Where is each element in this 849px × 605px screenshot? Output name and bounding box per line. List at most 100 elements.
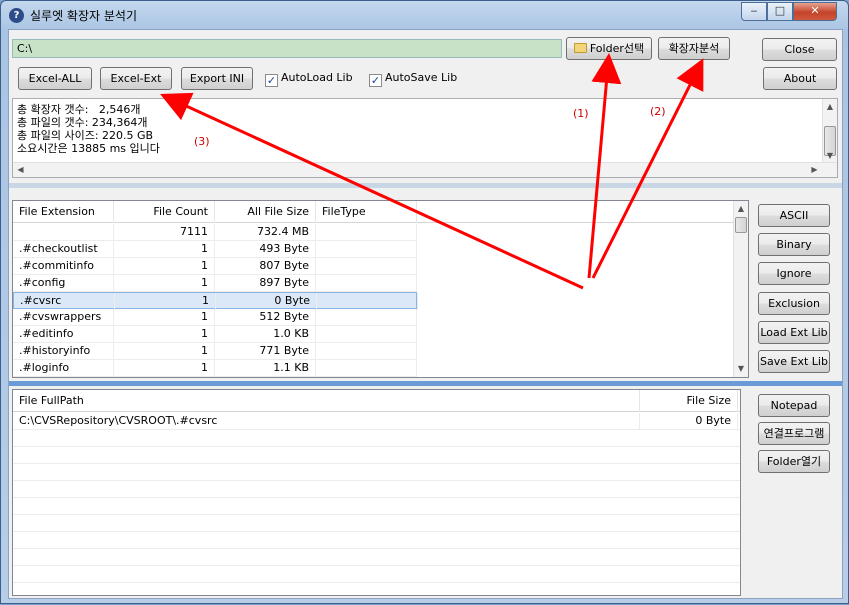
title-bar[interactable]: ? 실루엣 확장자 분석기 ‒ □ ✕ (1, 1, 848, 29)
extensions-vertical-scrollbar[interactable]: ▲ ▼ (733, 201, 748, 377)
autoload-label: AutoLoad Lib (281, 71, 353, 84)
table-row[interactable]: 7111 732.4 MB (13, 224, 417, 241)
summary-elapsed: 소요시간은 13885 ms 입니다 (17, 142, 160, 155)
ascii-button[interactable]: ASCII (758, 204, 830, 227)
cell-count: 1 (114, 309, 215, 326)
table-row[interactable]: .#checkoutlist 1 493 Byte (13, 241, 417, 258)
about-button[interactable]: About (763, 67, 837, 90)
client-area: C:\ Folder선택 확장자분석 Close About Excel-ALL… (8, 29, 843, 599)
export-ini-button[interactable]: Export INI (181, 67, 253, 90)
cell-size: 1.1 KB (215, 360, 316, 377)
cell-ext: .#historyinfo (13, 343, 114, 360)
cell-type (316, 360, 417, 377)
autosave-checkbox[interactable]: ✓ AutoSave Lib (369, 71, 457, 87)
table-row[interactable]: .#editinfo 1 1.0 KB (13, 326, 417, 343)
cell-type (316, 258, 417, 275)
table-row[interactable]: .#cvsrc 1 0 Byte (13, 292, 418, 310)
log-vertical-scrollbar[interactable]: ▲ ▼ (822, 99, 837, 163)
cell-ext: .#cvswrappers (13, 309, 114, 326)
table-row[interactable]: .#historyinfo 1 771 Byte (13, 343, 417, 360)
main-window: ? 실루엣 확장자 분석기 ‒ □ ✕ C:\ Folder선택 확장자분석 C… (0, 0, 849, 604)
table-row[interactable]: .#loginfo 1 1.1 KB (13, 360, 417, 377)
autosave-label: AutoSave Lib (385, 71, 458, 84)
empty-row (13, 481, 740, 498)
scroll-up-icon[interactable]: ▲ (734, 201, 748, 216)
files-list[interactable]: File FullPath File Size C:\CVSRepository… (12, 389, 741, 596)
middle-splitter[interactable] (9, 381, 842, 386)
scroll-thumb[interactable] (735, 217, 747, 233)
cell-path: C:\CVSRepository\CVSROOT\.#cvsrc (13, 413, 640, 430)
excel-ext-button[interactable]: Excel-Ext (100, 67, 172, 90)
close-window-button[interactable]: ✕ (793, 2, 837, 21)
table-row[interactable]: .#cvswrappers 1 512 Byte (13, 309, 417, 326)
checkmark-icon: ✓ (265, 74, 278, 87)
cell-ext: .#loginfo (13, 360, 114, 377)
cell-count: 1 (114, 343, 215, 360)
empty-row (13, 515, 740, 532)
open-with-button[interactable]: 연결프로그램 (758, 422, 830, 445)
col-file-count[interactable]: File Count (114, 201, 215, 223)
window-title: 실루엣 확장자 분석기 (30, 9, 137, 23)
empty-row (13, 532, 740, 549)
cell-size: 0 Byte (640, 413, 738, 430)
analyze-extensions-button[interactable]: 확장자분석 (658, 37, 730, 60)
open-folder-button[interactable]: Folder열기 (758, 450, 830, 473)
ignore-button[interactable]: Ignore (758, 262, 830, 286)
cell-count: 1 (114, 258, 215, 275)
summary-log[interactable]: 총 확장자 갯수: 2,546개 총 파일의 갯수: 234,364개 총 파일… (12, 98, 838, 178)
extensions-header: File Extension File Count All File Size … (13, 201, 733, 223)
cell-ext (13, 224, 114, 241)
checkmark-icon: ✓ (369, 74, 382, 87)
exclusion-button[interactable]: Exclusion (758, 291, 830, 315)
scroll-right-icon[interactable]: ▶ (807, 163, 822, 177)
table-row[interactable]: .#config 1 897 Byte (13, 275, 417, 292)
files-header: File FullPath File Size (13, 390, 740, 412)
col-file-fullpath[interactable]: File FullPath (13, 390, 640, 412)
cell-count: 7111 (114, 224, 215, 241)
cell-size: 493 Byte (215, 241, 316, 258)
scroll-down-icon[interactable]: ▼ (823, 148, 837, 163)
empty-row (13, 430, 740, 447)
notepad-button[interactable]: Notepad (758, 394, 830, 417)
cell-ext: .#cvsrc (14, 293, 115, 310)
close-button[interactable]: Close (762, 38, 837, 61)
scroll-up-icon[interactable]: ▲ (823, 99, 837, 114)
cell-count: 1 (114, 360, 215, 377)
folder-select-label: Folder선택 (589, 42, 645, 55)
cell-ext: .#commitinfo (13, 258, 114, 275)
minimize-button[interactable]: ‒ (741, 2, 767, 21)
top-splitter[interactable] (9, 183, 842, 188)
maximize-button[interactable]: □ (767, 2, 793, 21)
log-horizontal-scrollbar[interactable]: ◀ ▶ (13, 162, 837, 177)
cell-size: 897 Byte (215, 275, 316, 292)
col-file-extension[interactable]: File Extension (13, 201, 114, 223)
cell-count: 1 (114, 275, 215, 292)
binary-button[interactable]: Binary (758, 233, 830, 257)
load-ext-lib-button[interactable]: Load Ext Lib (758, 320, 830, 344)
cell-count: 1 (114, 241, 215, 258)
table-row[interactable]: .#commitinfo 1 807 Byte (13, 258, 417, 275)
save-ext-lib-button[interactable]: Save Ext Lib (758, 350, 830, 373)
empty-row (13, 464, 740, 481)
empty-row (13, 447, 740, 464)
col-file-size[interactable]: File Size (640, 390, 738, 412)
empty-row (13, 549, 740, 566)
cell-ext: .#editinfo (13, 326, 114, 343)
annotation-3: (3) (194, 135, 210, 148)
extensions-list[interactable]: File Extension File Count All File Size … (12, 200, 749, 378)
excel-all-button[interactable]: Excel-ALL (18, 67, 92, 90)
scroll-left-icon[interactable]: ◀ (13, 163, 28, 177)
autoload-checkbox[interactable]: ✓ AutoLoad Lib (265, 71, 353, 87)
cell-type (316, 224, 417, 241)
scroll-down-icon[interactable]: ▼ (734, 361, 748, 376)
path-input[interactable]: C:\ (12, 39, 562, 58)
cell-type (316, 326, 417, 343)
col-all-file-size[interactable]: All File Size (215, 201, 316, 223)
empty-row (13, 498, 740, 515)
folder-select-button[interactable]: Folder선택 (566, 37, 652, 60)
annotation-1: (1) (573, 107, 589, 120)
col-file-type[interactable]: FileType (316, 201, 417, 223)
cell-ext: .#config (13, 275, 114, 292)
table-row[interactable]: C:\CVSRepository\CVSROOT\.#cvsrc 0 Byte (13, 413, 740, 430)
cell-size: 512 Byte (215, 309, 316, 326)
